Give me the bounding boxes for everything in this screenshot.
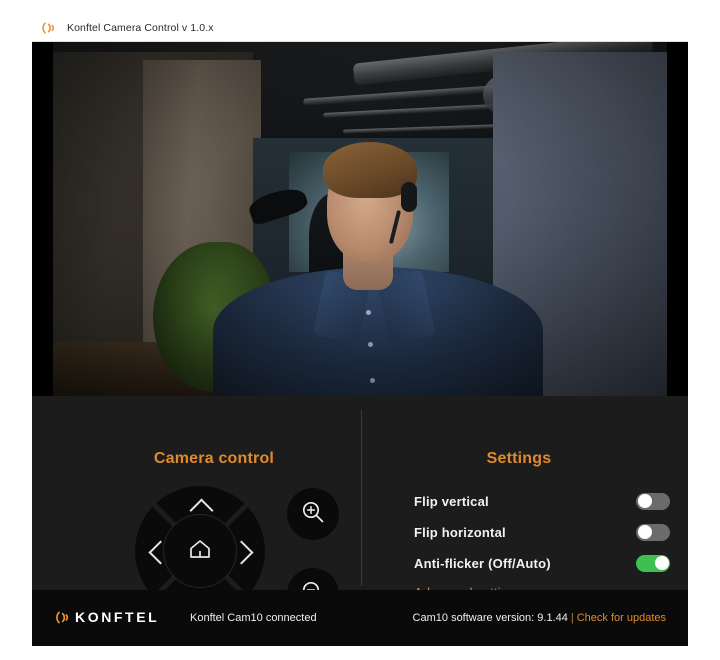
check-for-updates-link[interactable]: Check for updates (577, 612, 666, 624)
konftel-wordmark: KONFTEL (75, 609, 159, 625)
setting-row-flip-horizontal: Flip horizontal (414, 519, 670, 545)
window-title: Konftel Camera Control v 1.0.x (67, 22, 214, 34)
konftel-logo: KONFTEL (56, 609, 159, 625)
software-version-text: Cam10 software version: 9.1.44 (413, 612, 568, 624)
home-icon (188, 538, 212, 565)
video-vignette (53, 42, 667, 396)
title-bar: Konftel Camera Control v 1.0.x (32, 14, 688, 42)
app-body: Camera control Settings (32, 42, 688, 646)
version-separator: | (571, 612, 574, 624)
app-window: Konftel Camera Control v 1.0.x (32, 14, 688, 646)
setting-row-flip-vertical: Flip vertical (414, 488, 670, 514)
setting-label: Flip vertical (414, 494, 489, 509)
toggle-knob (638, 525, 652, 539)
connection-status: Konftel Cam10 connected (190, 612, 317, 624)
anti-flicker-toggle[interactable] (636, 555, 670, 572)
zoom-in-button[interactable] (287, 488, 339, 540)
setting-label: Flip horizontal (414, 525, 506, 540)
version-info: Cam10 software version: 9.1.44|Check for… (413, 612, 666, 624)
dpad-home-button[interactable] (163, 514, 237, 588)
flip-vertical-toggle[interactable] (636, 493, 670, 510)
toggle-knob (638, 494, 652, 508)
panel-divider (361, 410, 362, 586)
setting-label: Anti-flicker (Off/Auto) (414, 556, 551, 571)
flip-horizontal-toggle[interactable] (636, 524, 670, 541)
konftel-soundwave-icon (42, 21, 60, 35)
toggle-knob (655, 556, 669, 570)
video-area (32, 42, 688, 396)
camera-control-title: Camera control (124, 450, 304, 468)
live-camera-preview[interactable] (53, 42, 667, 396)
controls-panel: Camera control Settings (32, 396, 688, 590)
settings-title: Settings (414, 450, 624, 468)
zoom-in-icon (300, 499, 326, 530)
konftel-soundwave-icon (56, 610, 73, 625)
setting-row-anti-flicker: Anti-flicker (Off/Auto) (414, 550, 670, 576)
footer-bar: KONFTEL Konftel Cam10 connected Cam10 so… (32, 590, 688, 646)
